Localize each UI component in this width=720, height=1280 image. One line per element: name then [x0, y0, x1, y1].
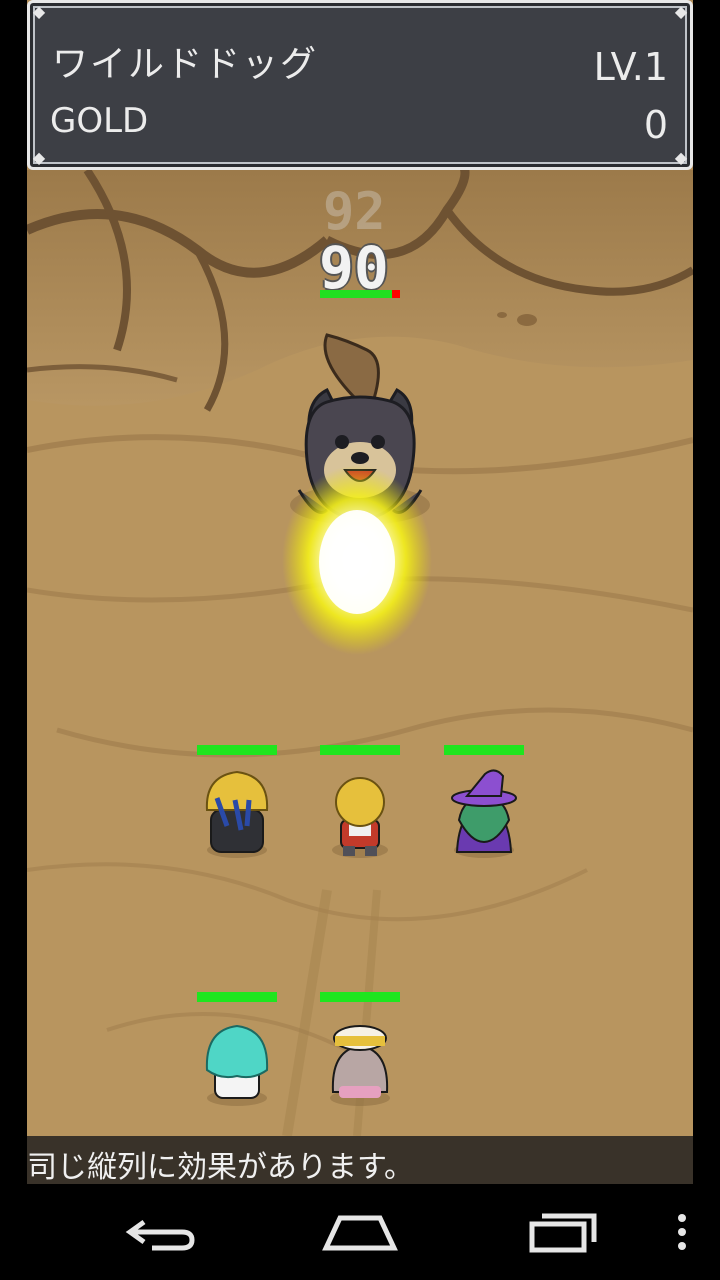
game-screen[interactable]: ◆ ◆ ◆ ◆ ワイルドドッグ LV.1 GOLD 0 92 90 司じ縦列に効… — [27, 0, 693, 1184]
party-hp-bar — [320, 745, 400, 755]
panel-corner-ornament: ◆ — [674, 148, 688, 167]
message-bar: 司じ縦列に効果があります。 — [27, 1136, 693, 1184]
damage-number-previous: 92 — [323, 182, 386, 242]
enemy-hp-fill — [320, 290, 392, 298]
status-panel: ◆ ◆ ◆ ◆ ワイルドドッグ LV.1 GOLD 0 — [27, 0, 693, 170]
party-member-swordsman[interactable] — [205, 770, 269, 858]
party-hp-fill — [197, 992, 277, 1002]
enemy-name: ワイルドドッグ — [52, 44, 319, 85]
home-icon[interactable] — [322, 1208, 398, 1256]
party-member-priest[interactable] — [330, 1025, 390, 1106]
recent-apps-icon[interactable] — [524, 1208, 600, 1256]
gold-value: 0 — [643, 103, 668, 147]
menu-icon[interactable] — [672, 1208, 692, 1256]
panel-corner-ornament: ◆ — [32, 148, 46, 167]
party-hp-bar — [197, 745, 277, 755]
panel-corner-ornament: ◆ — [674, 2, 688, 21]
party-hp-fill — [320, 745, 400, 755]
enemy-hp-bar — [320, 290, 400, 298]
back-icon[interactable] — [122, 1208, 198, 1256]
party-hp-bar — [444, 745, 524, 755]
party-hp-fill — [444, 745, 524, 755]
battle-message: 司じ縦列に効果があります。 — [27, 1150, 414, 1184]
party-hp-bar — [197, 992, 277, 1002]
party-member-cleric[interactable] — [205, 1024, 269, 1106]
party-hp-bar — [320, 992, 400, 1002]
party-hp-fill — [320, 992, 400, 1002]
system-navigation-bar — [0, 1184, 720, 1280]
battlefield[interactable]: 92 90 — [27, 170, 693, 1136]
party-hp-fill — [197, 745, 277, 755]
panel-corner-ornament: ◆ — [32, 2, 46, 21]
gold-label: GOLD — [50, 101, 149, 141]
level-indicator: LV.1 — [593, 45, 668, 89]
light-spell-effect — [282, 465, 432, 655]
